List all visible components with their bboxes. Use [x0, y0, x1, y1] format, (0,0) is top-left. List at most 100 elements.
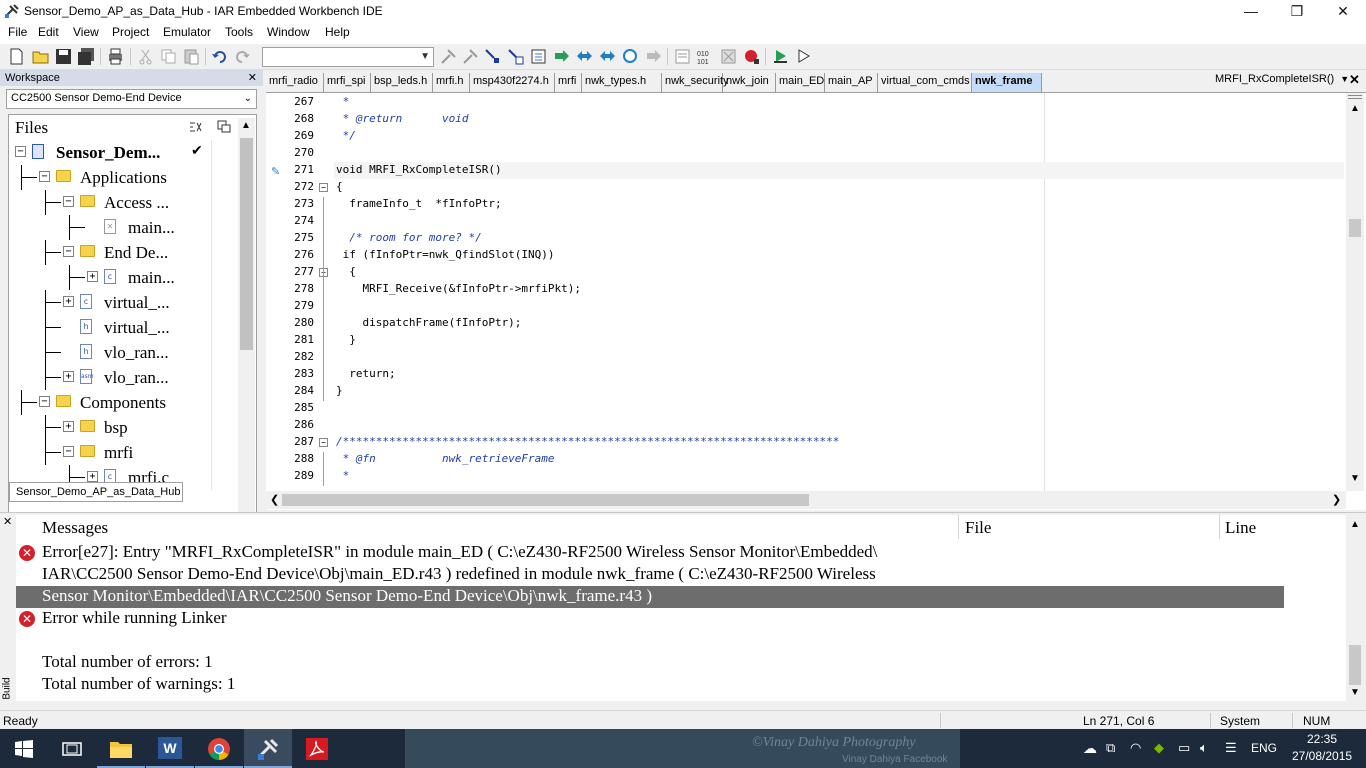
tab-mrfi-spi[interactable]: mrfi_spi	[324, 73, 371, 92]
tree-item[interactable]: − Sensor_Dem... ✔	[9, 140, 239, 165]
file-explorer-taskbar-button[interactable]	[97, 729, 145, 768]
code-line[interactable]: */	[336, 129, 356, 142]
action-center-icon[interactable]: ☰	[1225, 740, 1237, 756]
word-taskbar-button[interactable]: W	[146, 729, 194, 768]
workspace-close-icon[interactable]: ✕	[248, 70, 257, 86]
code-line[interactable]: {	[336, 265, 356, 278]
code-editor[interactable]: 267268269270271272−273274275276277−27827…	[266, 92, 1366, 510]
workspace-scroll-thumb[interactable]	[240, 138, 253, 350]
collapse-icon[interactable]: −	[63, 196, 74, 207]
menu-project[interactable]: Project	[112, 25, 149, 39]
tree-item[interactable]: − Applications	[9, 165, 239, 190]
messages-list[interactable]: Messages File Line ✕ Error[e27]: Entry "M…	[16, 515, 1346, 701]
splitter-handle-icon[interactable]	[1348, 95, 1362, 99]
collapse-icon[interactable]: −	[63, 246, 74, 257]
function-navigator[interactable]: MRFI_RxCompleteISR() ▼	[1215, 73, 1349, 85]
scroll-up-icon[interactable]: ▲	[1350, 519, 1360, 530]
navigate-back-icon[interactable]	[622, 48, 639, 65]
volume-icon[interactable]: 🔈︎	[1200, 740, 1208, 756]
menu-view[interactable]: View	[73, 25, 99, 39]
message-line[interactable]: Total number of errors: 1	[42, 652, 213, 672]
undo-icon[interactable]	[211, 48, 228, 65]
tree-item[interactable]: − Components	[9, 390, 239, 415]
tab-bsp-leds-h[interactable]: bsp_leds.h	[371, 73, 433, 92]
onedrive-icon[interactable]: ☁	[1083, 740, 1097, 757]
find-next-icon[interactable]	[462, 48, 479, 65]
copy-icon[interactable]	[160, 48, 177, 65]
dropbox-icon[interactable]: ⧉	[1106, 740, 1115, 756]
download-and-debug-icon[interactable]	[772, 48, 789, 65]
battery-icon[interactable]: ▭	[1178, 740, 1190, 756]
paste-icon[interactable]	[183, 48, 200, 65]
navigate-forward-icon[interactable]	[645, 48, 662, 65]
tree-item[interactable]: ✕ main...	[9, 215, 239, 240]
scroll-down-icon[interactable]: ▼	[1350, 473, 1360, 484]
collapse-icon[interactable]: −	[15, 146, 26, 157]
next-bookmark-icon[interactable]	[553, 48, 570, 65]
close-window-button[interactable]: ✕	[1320, 0, 1366, 22]
overview-icon[interactable]	[217, 120, 231, 133]
editor-horizontal-scrollbar[interactable]: ❮ ❯	[266, 491, 1346, 509]
messages-column-header[interactable]: Messages	[42, 518, 108, 538]
input-language[interactable]: ENG	[1251, 741, 1277, 755]
find-icon[interactable]	[440, 48, 457, 65]
fold-toggle-icon[interactable]: −	[319, 183, 328, 192]
code-line[interactable]: if (fInfoPtr=nwk_QfindSlot(INQ))	[336, 248, 555, 261]
tab-msp430f2274-h[interactable]: msp430f2274.h	[470, 73, 555, 92]
tab-main-ed[interactable]: main_ED	[776, 73, 825, 92]
line-column-header[interactable]: Line	[1225, 518, 1256, 538]
clock-date[interactable]: 27/08/2015	[1292, 749, 1352, 763]
collapse-icon[interactable]: −	[39, 171, 50, 182]
wifi-icon[interactable]: ◠	[1130, 740, 1141, 756]
build-close-icon[interactable]: ✕	[3, 515, 12, 528]
workspace-scrollbar[interactable]: ▲ ▼	[238, 118, 255, 548]
find-combo[interactable]: ▼	[262, 47, 434, 67]
tab-virtual-com-cmds[interactable]: virtual_com_cmds	[878, 73, 972, 92]
expand-icon[interactable]: +	[63, 421, 74, 432]
iar-taskbar-button[interactable]	[244, 729, 292, 768]
code-line[interactable]: MRFI_Receive(&fInfoPtr->mrfiPkt);	[336, 282, 581, 295]
acrobat-taskbar-button[interactable]	[293, 729, 341, 768]
code-line[interactable]: }	[336, 384, 343, 397]
menu-emulator[interactable]: Emulator	[163, 25, 211, 39]
tab-nwk-security[interactable]: nwk_security	[662, 73, 729, 92]
expand-icon[interactable]: +	[87, 271, 98, 282]
code-line[interactable]: *	[336, 95, 350, 108]
scroll-down-icon[interactable]: ▼	[1350, 687, 1360, 698]
scroll-left-icon[interactable]: ❮	[270, 493, 279, 506]
chrome-taskbar-button[interactable]	[195, 729, 243, 768]
minimize-button[interactable]: —	[1228, 0, 1274, 22]
tree-item[interactable]: h virtual_...	[9, 315, 239, 340]
tree-item[interactable]: + bsp	[9, 415, 239, 440]
prev-bookmark-icon[interactable]	[576, 48, 593, 65]
code-line[interactable]: * @fn nwk_retrieveFrame	[336, 452, 555, 465]
code-line[interactable]: *	[336, 469, 350, 482]
nvidia-icon[interactable]: ◆	[1154, 740, 1164, 756]
debug-without-download-icon[interactable]	[795, 48, 812, 65]
save-icon[interactable]	[55, 48, 72, 65]
expand-icon[interactable]: +	[87, 471, 98, 482]
tab-mrfi-radio[interactable]: mrfi_radio	[266, 73, 324, 92]
go-to-icon[interactable]	[484, 48, 501, 65]
tab-nwk-frame[interactable]: nwk_frame	[972, 73, 1042, 92]
code-line[interactable]: void MRFI_RxCompleteISR()	[336, 163, 502, 176]
expand-icon[interactable]: +	[63, 296, 74, 307]
toggle-columns-icon[interactable]	[189, 121, 203, 133]
tree-item[interactable]: − End De...	[9, 240, 239, 265]
code-line[interactable]: * @return void	[336, 112, 469, 125]
toggle-bookmark-icon[interactable]	[530, 48, 547, 65]
menu-help[interactable]: Help	[325, 25, 350, 39]
editor-vertical-scrollbar[interactable]: ▲ ▼	[1346, 93, 1364, 491]
workspace-tab[interactable]: Sensor_Demo_AP_as_Data_Hub	[9, 482, 183, 502]
tree-item[interactable]: h vlo_ran...	[9, 340, 239, 365]
messages-scrollbar[interactable]: ▲ ▼	[1346, 515, 1364, 701]
stop-build-icon[interactable]	[720, 48, 737, 65]
menu-edit[interactable]: Edit	[38, 25, 59, 39]
tab-mrfi-h[interactable]: mrfi.h	[433, 73, 470, 92]
collapse-icon[interactable]: −	[63, 446, 74, 457]
messages-scroll-thumb[interactable]	[1349, 645, 1361, 685]
save-all-icon[interactable]	[78, 48, 95, 65]
message-line[interactable]: Sensor Monitor\Embedded\IAR\CC2500 Senso…	[42, 586, 652, 606]
code-line[interactable]: frameInfo_t *fInfoPtr;	[336, 197, 501, 210]
cut-icon[interactable]	[137, 48, 154, 65]
